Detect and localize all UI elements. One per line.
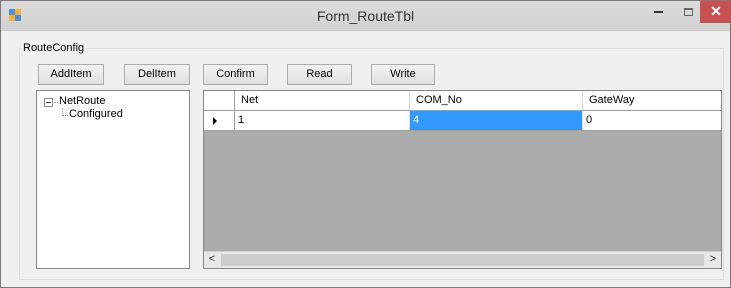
tree-node-configured[interactable]: Configured [69,108,123,120]
column-header-com-no[interactable]: COM_No [410,91,583,110]
tree-connector [62,115,68,116]
row-header[interactable] [204,111,235,130]
read-button[interactable]: Read [287,64,352,85]
horizontal-scrollbar[interactable]: < > [204,251,721,268]
grid-header-row: Net COM_No GateWay [204,91,721,111]
tree-connector [54,102,58,103]
confirm-button[interactable]: Confirm [203,64,268,85]
groupbox-label: RouteConfig [21,42,87,54]
grid-corner-header[interactable] [204,91,235,110]
main-window: Form_RouteTbl ✕ RouteConfig AddItem DelI… [0,0,731,288]
tree-node-netroute[interactable]: NetRoute [59,95,105,107]
maximize-icon [683,7,693,16]
table-row[interactable]: 1 4 0 [204,111,721,131]
write-button[interactable]: Write [371,64,435,85]
title-bar[interactable]: Form_RouteTbl ✕ [1,1,731,31]
column-header-gateway[interactable]: GateWay [583,91,721,110]
minimize-icon [653,10,663,13]
delete-item-button[interactable]: DelItem [124,64,190,85]
cell-com-no[interactable]: 4 [410,111,583,130]
scroll-right-icon[interactable]: > [705,252,721,268]
window-title: Form_RouteTbl [316,8,415,24]
close-button[interactable]: ✕ [700,1,731,23]
tree-collapse-icon[interactable] [44,98,53,107]
route-data-grid[interactable]: Net COM_No GateWay 1 4 0 < > [203,90,722,269]
maximize-button[interactable] [674,1,702,23]
route-tree-view[interactable]: NetRoute Configured [36,90,190,269]
cell-net[interactable]: 1 [235,111,410,130]
scroll-left-icon[interactable]: < [204,252,220,268]
minimize-button[interactable] [644,1,672,23]
column-header-net[interactable]: Net [235,91,410,110]
close-icon: ✕ [710,3,722,19]
cell-gateway[interactable]: 0 [583,111,721,130]
scrollbar-thumb[interactable] [221,254,704,266]
add-item-button[interactable]: AddItem [38,64,104,85]
current-row-arrow-icon [213,117,217,125]
